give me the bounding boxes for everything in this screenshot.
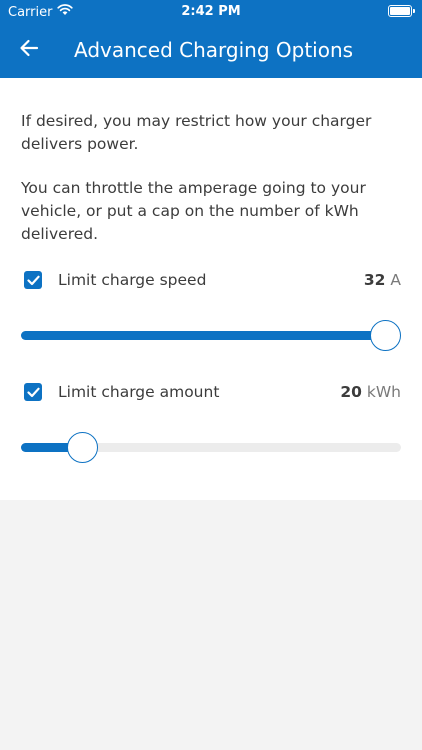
limit-charge-amount-row: Limit charge amount 20 kWh xyxy=(21,380,401,406)
back-arrow-icon xyxy=(19,39,39,61)
battery-icon xyxy=(388,5,415,17)
slider-thumb[interactable] xyxy=(370,320,401,351)
charge-speed-value: 32 A xyxy=(364,269,401,291)
description-paragraph-1: If desired, you may restrict how your ch… xyxy=(21,112,372,153)
slider-fill xyxy=(21,331,385,340)
page-title: Advanced Charging Options xyxy=(74,38,354,62)
limit-charge-amount-checkbox[interactable] xyxy=(24,383,42,401)
charge-speed-slider[interactable] xyxy=(21,318,401,352)
status-time: 2:42 PM xyxy=(181,4,241,19)
options-panel: If desired, you may restrict how your ch… xyxy=(0,78,422,500)
charge-amount-unit: kWh xyxy=(366,383,401,401)
description-paragraph-2: You can throttle the amperage going to y… xyxy=(21,179,366,243)
charge-amount-slider[interactable] xyxy=(21,430,401,464)
limit-charge-amount-label: Limit charge amount xyxy=(58,383,220,401)
checkmark-icon xyxy=(26,271,40,290)
charge-speed-number: 32 xyxy=(363,271,386,289)
slider-thumb[interactable] xyxy=(67,432,99,463)
limit-charge-speed-checkbox[interactable] xyxy=(24,271,42,289)
checkmark-icon xyxy=(26,383,40,402)
charge-amount-number: 20 xyxy=(340,383,362,401)
charge-speed-unit: A xyxy=(390,271,401,289)
limit-charge-speed-row: Limit charge speed 32 A xyxy=(21,268,401,294)
limit-charge-speed-label: Limit charge speed xyxy=(58,271,207,289)
status-bar: Carrier 2:42 PM xyxy=(0,0,422,24)
app-header: Carrier 2:42 PM Advanced Charging Option… xyxy=(0,0,422,78)
back-button[interactable] xyxy=(14,36,44,64)
charge-amount-value: 20 kWh xyxy=(340,381,401,403)
